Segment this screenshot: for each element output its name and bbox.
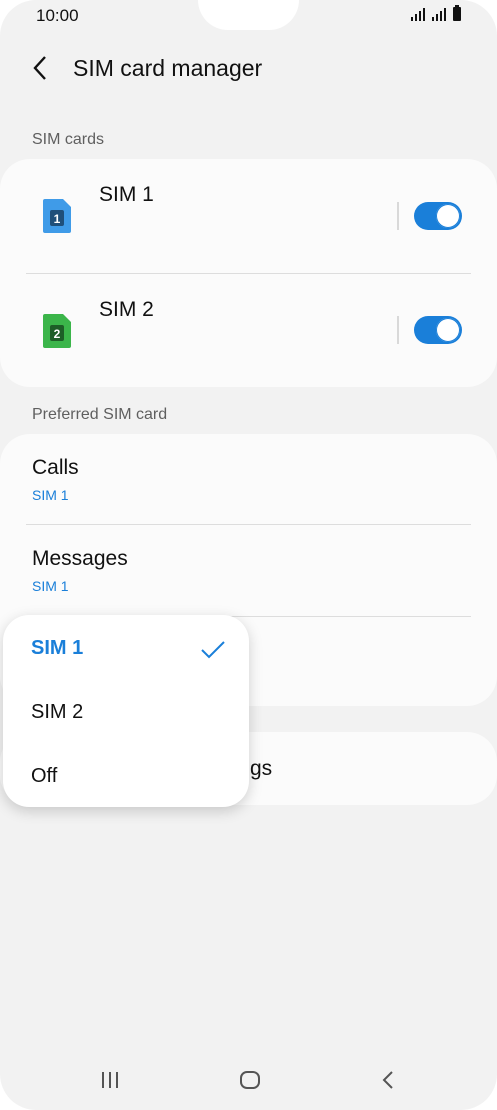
home-icon[interactable] (238, 1068, 262, 1092)
battery-icon (453, 5, 461, 21)
recent-apps-icon[interactable] (99, 1068, 121, 1092)
navigation-bar (0, 1050, 497, 1110)
more-settings-label: gs (250, 757, 273, 780)
toggle-knob (436, 204, 460, 228)
sim-row-2[interactable]: 2 SIM 2 (0, 274, 497, 388)
checkmark-icon (201, 641, 225, 659)
divider-vertical (397, 202, 399, 230)
phone-screen: 10:00 SIM card manager SIM cards 1 SIM 1 (0, 0, 497, 1110)
section-label-preferred: Preferred SIM card (32, 406, 168, 423)
dropdown-option-sim-1[interactable]: SIM 1 (31, 637, 83, 660)
sim-card-icon: 2 (43, 314, 71, 348)
sim-card-icon: 1 (43, 199, 71, 233)
pref-row-calls[interactable]: Calls SIM 1 (0, 434, 497, 524)
divider-vertical (397, 316, 399, 344)
dropdown-option-sim-2[interactable]: SIM 2 (31, 701, 83, 724)
sim-selection-dropdown: SIM 1 SIM 2 Off (3, 615, 249, 807)
pref-title: Messages (32, 547, 128, 570)
sim-cards-card: 1 SIM 1 2 SIM 2 (0, 159, 497, 387)
toggle-knob (436, 318, 460, 342)
sim-name: SIM 2 (99, 298, 154, 321)
page-title: SIM card manager (73, 55, 263, 81)
camera-notch (198, 0, 299, 30)
pref-value: SIM 1 (32, 487, 69, 503)
signal-icon (411, 8, 425, 21)
back-arrow-icon[interactable] (28, 54, 52, 82)
app-header: SIM card manager (0, 46, 497, 92)
sim-row-1[interactable]: 1 SIM 1 (0, 159, 497, 273)
sim-name: SIM 1 (99, 183, 154, 206)
back-icon[interactable] (378, 1068, 400, 1092)
pref-value: SIM 1 (32, 578, 69, 594)
pref-title: Calls (32, 456, 79, 479)
status-time: 10:00 (36, 6, 79, 25)
section-label-sim-cards: SIM cards (32, 131, 105, 148)
svg-text:1: 1 (54, 212, 61, 226)
signal-icon (432, 8, 446, 21)
status-icons (411, 5, 461, 21)
sim-1-toggle[interactable] (414, 202, 462, 230)
dropdown-option-off[interactable]: Off (31, 765, 57, 788)
sim-2-toggle[interactable] (414, 316, 462, 344)
pref-row-messages[interactable]: Messages SIM 1 (0, 525, 497, 615)
svg-text:2: 2 (54, 327, 61, 341)
